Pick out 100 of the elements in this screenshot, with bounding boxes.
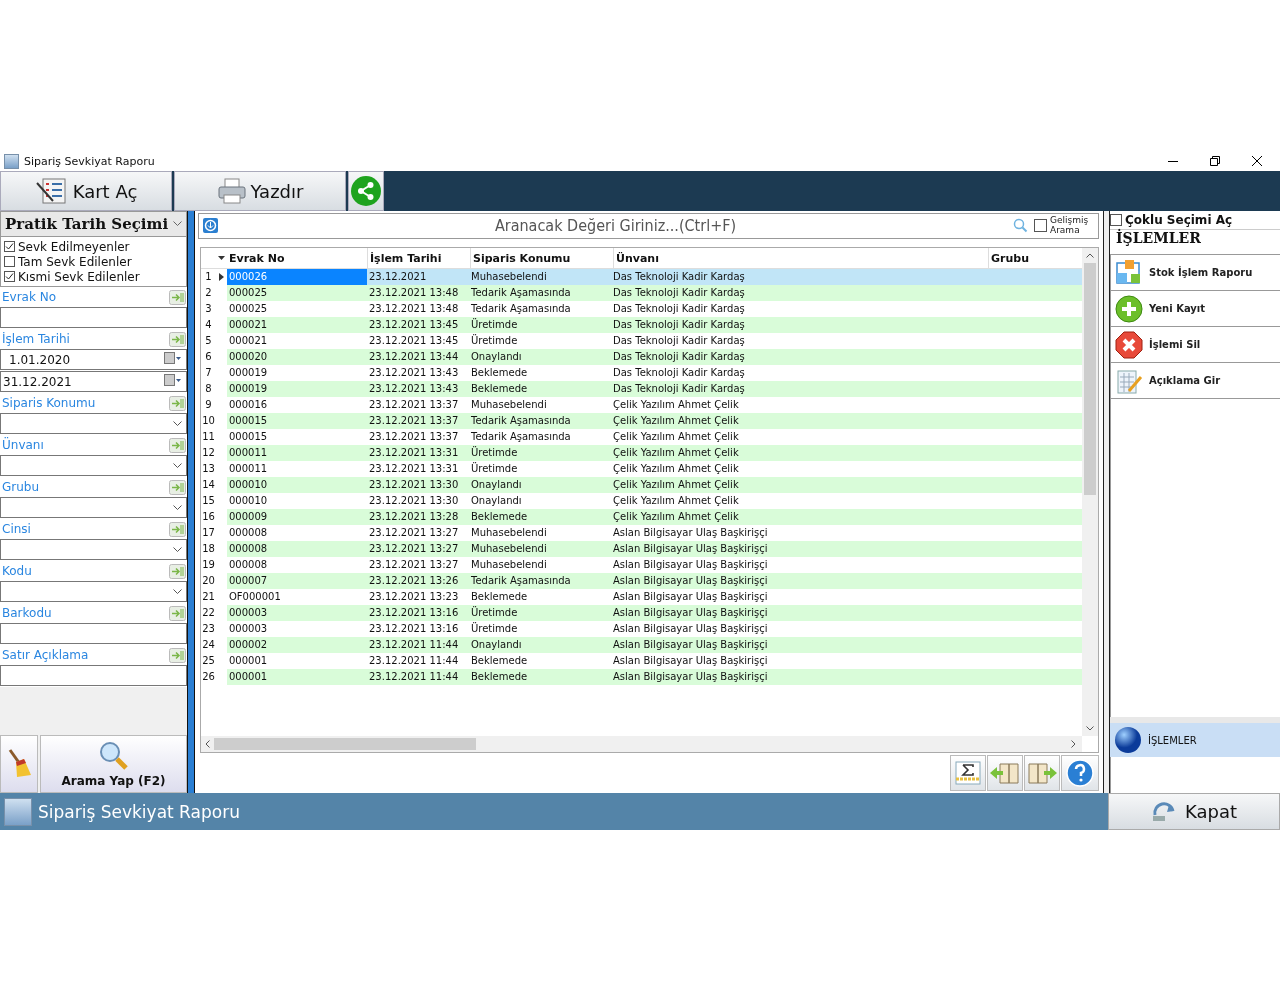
table-row[interactable]: 16 000009 23.12.2021 13:28 Beklemede Çelik Yazılım Ahmet Çelik bbox=[201, 508, 1082, 525]
column-header[interactable]: Ünvanı bbox=[614, 247, 989, 268]
table-row[interactable]: 14 000010 23.12.2021 13:30 Onaylandı Çelik Yazılım Ahmet Çelik bbox=[201, 476, 1082, 493]
table-row[interactable]: 1 000026 23.12.2021 Muhasebelendi Das Teknoloji Kadir Kardaş bbox=[201, 268, 1082, 285]
search-bar[interactable]: Aranacak Değeri Giriniz...(Ctrl+F) Gelişmiş Arama bbox=[198, 213, 1099, 239]
dropdown-field[interactable] bbox=[0, 413, 187, 434]
table-row[interactable]: 2 000025 23.12.2021 13:48 Tedarik Aşamasında Das Teknoloji Kadir Kardaş bbox=[201, 284, 1082, 301]
row-pointer-icon bbox=[219, 272, 224, 281]
row-number: 19 bbox=[201, 559, 216, 571]
table-row[interactable]: 20 000007 23.12.2021 13:26 Tedarik Aşamasında Aslan Bilgisayar Ulaş Başkirişçi bbox=[201, 572, 1082, 589]
action-button[interactable]: Yeni Kayıt bbox=[1110, 291, 1280, 327]
action-button[interactable]: Stok İşlem Raporu bbox=[1110, 255, 1280, 291]
share-button[interactable] bbox=[348, 171, 384, 211]
calendar-icon[interactable] bbox=[164, 374, 182, 386]
search-icon[interactable] bbox=[1013, 218, 1028, 234]
close-icon[interactable] bbox=[1252, 156, 1262, 166]
restore-icon[interactable] bbox=[1210, 156, 1220, 166]
table-row[interactable]: 23 000003 23.12.2021 13:16 Üretimde Aslan Bilgisayar Ulaş Başkirişçi bbox=[201, 620, 1082, 637]
book-left-button[interactable] bbox=[987, 755, 1023, 792]
input-field[interactable] bbox=[0, 307, 187, 328]
date-field[interactable]: 31.12.2021 bbox=[0, 371, 187, 392]
dropdown-field[interactable] bbox=[0, 581, 187, 602]
table-cell: 23.12.2021 13:26 bbox=[367, 572, 469, 589]
checkbox[interactable] bbox=[4, 271, 15, 282]
print-button[interactable]: Yazdır bbox=[174, 171, 346, 211]
table-row[interactable]: 13 000011 23.12.2021 13:31 Üretimde Çelik Yazılım Ahmet Çelik bbox=[201, 460, 1082, 477]
table-row[interactable]: 19 000008 23.12.2021 13:27 Muhasebelendi Aslan Bilgisayar Ulaş Başkirişçi bbox=[201, 556, 1082, 573]
multi-select-label: Çoklu Seçimi Aç bbox=[1125, 213, 1233, 227]
scroll-left-icon[interactable] bbox=[205, 740, 210, 749]
table-cell-text: 23.12.2021 13:27 bbox=[368, 525, 460, 540]
table-row[interactable]: 9 000016 23.12.2021 13:37 Muhasebelendi Çelik Yazılım Ahmet Çelik bbox=[201, 396, 1082, 413]
column-header[interactable]: Evrak No bbox=[227, 247, 368, 268]
table-row[interactable]: 21 OF000001 23.12.2021 13:23 Beklemede Aslan Bilgisayar Ulaş Başkirişçi bbox=[201, 588, 1082, 605]
table-row[interactable]: 8 000019 23.12.2021 13:43 Beklemede Das Teknoloji Kadir Kardaş bbox=[201, 380, 1082, 397]
table-cell: 23.12.2021 13:28 bbox=[367, 508, 469, 525]
scroll-down-icon[interactable] bbox=[1086, 726, 1094, 732]
magnifier-icon bbox=[97, 740, 130, 770]
scroll-right-icon[interactable] bbox=[1071, 740, 1076, 749]
splitter[interactable] bbox=[1103, 211, 1110, 793]
table-row[interactable]: 11 000015 23.12.2021 13:37 Tedarik Aşamasında Çelik Yazılım Ahmet Çelik bbox=[201, 428, 1082, 445]
row-number: 15 bbox=[201, 495, 216, 507]
search-field[interactable]: Aranacak Değeri Giriniz...(Ctrl+F) bbox=[224, 215, 1007, 237]
table-cell: Çelik Yazılım Ahmet Çelik bbox=[611, 412, 985, 429]
table-row[interactable]: 18 000008 23.12.2021 13:27 Muhasebelendi Aslan Bilgisayar Ulaş Başkirişçi bbox=[201, 540, 1082, 557]
vertical-scrollbar[interactable] bbox=[1082, 247, 1098, 737]
table-cell: 23.12.2021 13:27 bbox=[367, 540, 469, 557]
table-cell-text: 000025 bbox=[228, 301, 269, 316]
table-row[interactable]: 12 000011 23.12.2021 13:31 Üretimde Çelik Yazılım Ahmet Çelik bbox=[201, 444, 1082, 461]
action-button[interactable]: İşlemi Sil bbox=[1110, 327, 1280, 363]
column-header[interactable]: Grubu bbox=[989, 247, 1082, 268]
date-field[interactable]: 1.01.2020 bbox=[0, 349, 187, 370]
dropdown-field[interactable] bbox=[0, 497, 187, 518]
action-button[interactable]: Açıklama Gir bbox=[1110, 363, 1280, 399]
dropdown-field[interactable] bbox=[0, 539, 187, 560]
table-row[interactable]: 6 000020 23.12.2021 13:44 Onaylandı Das Teknoloji Kadir Kardaş bbox=[201, 348, 1082, 365]
chevron-icon bbox=[173, 420, 182, 427]
sort-icon[interactable] bbox=[218, 255, 225, 260]
table-row[interactable]: 4 000021 23.12.2021 13:45 Üretimde Das Teknoloji Kadir Kardaş bbox=[201, 316, 1082, 333]
input-field[interactable] bbox=[0, 623, 187, 644]
checkbox[interactable] bbox=[1110, 214, 1122, 226]
search-button[interactable]: Arama Yap (F2) bbox=[40, 735, 187, 793]
checkbox[interactable] bbox=[4, 256, 15, 267]
table-row[interactable]: 24 000002 23.12.2021 11:44 Onaylandı Aslan Bilgisayar Ulaş Başkirişçi bbox=[201, 636, 1082, 653]
close-button[interactable]: Kapat bbox=[1108, 793, 1280, 830]
sum-button[interactable] bbox=[950, 755, 986, 792]
checkbox[interactable] bbox=[4, 241, 15, 252]
resize-grip[interactable] bbox=[1110, 717, 1280, 723]
table-row[interactable]: 10 000015 23.12.2021 13:37 Tedarik Aşamasında Çelik Yazılım Ahmet Çelik bbox=[201, 412, 1082, 429]
table-row[interactable]: 26 000001 23.12.2021 11:44 Beklemede Aslan Bilgisayar Ulaş Başkirişçi bbox=[201, 668, 1082, 685]
table-row[interactable]: 25 000001 23.12.2021 11:44 Beklemede Aslan Bilgisayar Ulaş Başkirişçi bbox=[201, 652, 1082, 669]
checkbox[interactable] bbox=[1034, 219, 1047, 233]
table-row[interactable]: 22 000003 23.12.2021 13:16 Üretimde Aslan Bilgisayar Ulaş Başkirişçi bbox=[201, 604, 1082, 621]
plus-icon bbox=[1115, 294, 1143, 323]
download-icon[interactable] bbox=[203, 218, 218, 234]
table-cell: Çelik Yazılım Ahmet Çelik bbox=[611, 476, 985, 493]
dropdown-field[interactable] bbox=[0, 455, 187, 476]
table-row[interactable]: 17 000008 23.12.2021 13:27 Muhasebelendi Aslan Bilgisayar Ulaş Başkirişçi bbox=[201, 524, 1082, 541]
table-cell-text: Beklemede bbox=[470, 589, 529, 604]
column-header[interactable]: İşlem Tarihi bbox=[368, 247, 471, 268]
table-cell-text: Çelik Yazılım Ahmet Çelik bbox=[612, 429, 740, 444]
section-tab[interactable]: İŞLEMLER bbox=[1110, 723, 1280, 757]
table-row[interactable]: 15 000010 23.12.2021 13:30 Onaylandı Çelik Yazılım Ahmet Çelik bbox=[201, 492, 1082, 509]
scroll-up-icon[interactable] bbox=[1086, 252, 1094, 258]
table-row[interactable]: 5 000021 23.12.2021 13:45 Üretimde Das Teknoloji Kadir Kardaş bbox=[201, 332, 1082, 349]
table-cell-text: 23.12.2021 13:48 bbox=[368, 301, 460, 316]
table-row[interactable]: 3 000025 23.12.2021 13:48 Tedarik Aşamasında Das Teknoloji Kadir Kardaş bbox=[201, 300, 1082, 317]
clear-button[interactable] bbox=[0, 735, 38, 793]
table-cell: 23.12.2021 13:45 bbox=[367, 316, 469, 333]
date-preset-dropdown[interactable]: Pratik Tarih Seçimi bbox=[0, 211, 187, 237]
table-row[interactable]: 7 000019 23.12.2021 13:43 Beklemede Das Teknoloji Kadir Kardaş bbox=[201, 364, 1082, 381]
open-card-button[interactable]: Kart Aç bbox=[0, 171, 172, 211]
input-field[interactable] bbox=[0, 665, 187, 686]
table-cell: 000020 bbox=[227, 348, 367, 365]
column-header[interactable]: Siparis Konumu bbox=[471, 247, 614, 268]
book-right-button[interactable] bbox=[1024, 755, 1060, 792]
help-button[interactable] bbox=[1061, 755, 1099, 792]
table-cell: Aslan Bilgisayar Ulaş Başkirişçi bbox=[611, 668, 985, 685]
calendar-icon[interactable] bbox=[164, 352, 182, 364]
table-cell-text: 000019 bbox=[228, 365, 269, 380]
horizontal-scrollbar[interactable] bbox=[201, 736, 1082, 753]
